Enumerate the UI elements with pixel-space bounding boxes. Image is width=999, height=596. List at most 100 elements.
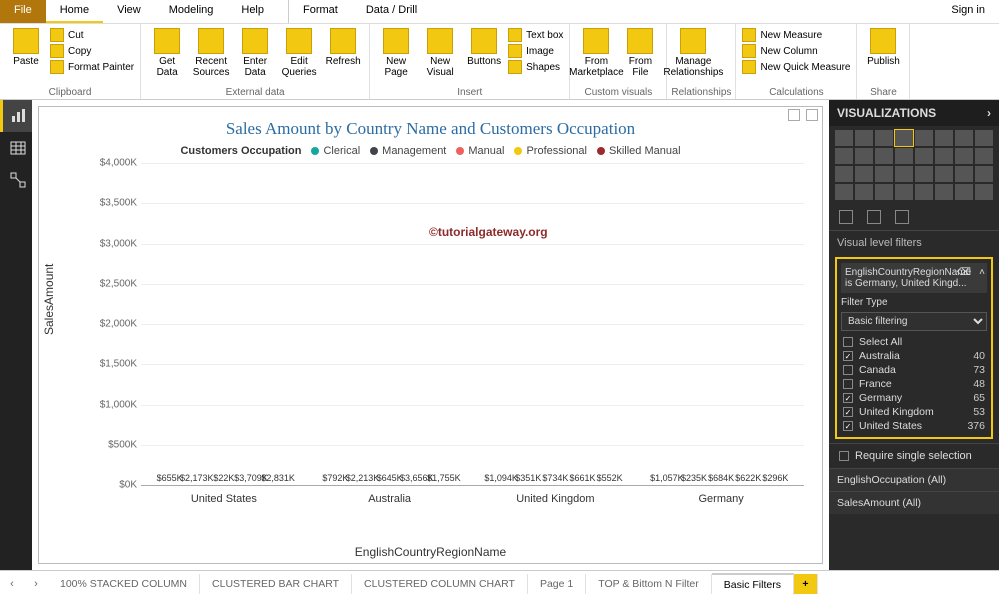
menu-format[interactable]: Format: [288, 0, 352, 23]
clear-filter-icon[interactable]: ⌫: [957, 267, 971, 278]
filter-occupation[interactable]: EnglishOccupation (All): [829, 468, 999, 491]
filter-item[interactable]: Australia40: [841, 349, 987, 363]
enter-data-button[interactable]: Enter Data: [233, 26, 277, 80]
checkbox-icon[interactable]: [843, 379, 853, 389]
copy-button[interactable]: Copy: [50, 44, 134, 58]
model-view-button[interactable]: [0, 164, 32, 196]
require-single-selection[interactable]: Require single selection: [829, 443, 999, 468]
analytics-tab-icon[interactable]: [895, 210, 909, 224]
viz-type-button[interactable]: [975, 166, 993, 182]
filter-item[interactable]: Canada73: [841, 363, 987, 377]
viz-type-button[interactable]: [875, 184, 893, 200]
viz-type-button[interactable]: [915, 184, 933, 200]
menu-data-drill[interactable]: Data / Drill: [352, 0, 431, 23]
page-tab[interactable]: Basic Filters: [712, 573, 794, 595]
viz-type-button[interactable]: [915, 130, 933, 146]
page-tab[interactable]: CLUSTERED COLUMN CHART: [352, 574, 528, 594]
filter-salesamount[interactable]: SalesAmount (All): [829, 491, 999, 514]
viz-type-button[interactable]: [855, 184, 873, 200]
collapse-icon[interactable]: ˄: [979, 267, 985, 278]
cut-button[interactable]: Cut: [50, 28, 134, 42]
focus-mode-icon[interactable]: [788, 109, 800, 121]
filter-item[interactable]: United States376: [841, 419, 987, 433]
format-painter-button[interactable]: Format Painter: [50, 60, 134, 74]
textbox-button[interactable]: Text box: [508, 28, 563, 42]
filter-item[interactable]: Germany65: [841, 391, 987, 405]
viz-type-button[interactable]: [875, 166, 893, 182]
report-view-button[interactable]: [0, 100, 32, 132]
new-visual-button[interactable]: New Visual: [418, 26, 462, 80]
legend-item[interactable]: Skilled Manual: [597, 145, 681, 157]
buttons-button[interactable]: Buttons: [462, 26, 506, 69]
checkbox-icon[interactable]: [843, 351, 853, 361]
viz-type-button[interactable]: [975, 130, 993, 146]
legend-item[interactable]: Management: [370, 145, 446, 157]
viz-type-button[interactable]: [895, 184, 913, 200]
viz-type-button[interactable]: [895, 148, 913, 164]
viz-type-button[interactable]: [955, 166, 973, 182]
page-tab[interactable]: CLUSTERED BAR CHART: [200, 574, 352, 594]
menu-view[interactable]: View: [103, 0, 155, 23]
viz-type-button[interactable]: [835, 166, 853, 182]
signin-link[interactable]: Sign in: [937, 0, 999, 23]
legend-item[interactable]: Professional: [514, 145, 587, 157]
viz-pane-header[interactable]: VISUALIZATIONS ›: [829, 100, 999, 126]
viz-type-button[interactable]: [915, 148, 933, 164]
new-measure-button[interactable]: New Measure: [742, 28, 850, 42]
viz-type-button[interactable]: [975, 184, 993, 200]
from-file-button[interactable]: From File: [618, 26, 662, 80]
from-marketplace-button[interactable]: From Marketplace: [574, 26, 618, 80]
viz-type-button[interactable]: [895, 130, 913, 146]
new-column-button[interactable]: New Column: [742, 44, 850, 58]
menu-modeling[interactable]: Modeling: [155, 0, 228, 23]
viz-type-button[interactable]: [855, 130, 873, 146]
viz-type-button[interactable]: [955, 148, 973, 164]
viz-type-button[interactable]: [955, 184, 973, 200]
viz-type-button[interactable]: [855, 166, 873, 182]
filter-type-select[interactable]: Basic filtering: [841, 312, 987, 331]
fields-tab-icon[interactable]: [839, 210, 853, 224]
page-tab[interactable]: 100% STACKED COLUMN: [48, 574, 200, 594]
new-page-button[interactable]: New Page: [374, 26, 418, 80]
checkbox-icon[interactable]: [843, 421, 853, 431]
recent-sources-button[interactable]: Recent Sources: [189, 26, 233, 80]
viz-type-button[interactable]: [875, 130, 893, 146]
menu-help[interactable]: Help: [227, 0, 278, 23]
page-tab[interactable]: Page 1: [528, 574, 586, 594]
checkbox-icon[interactable]: [843, 365, 853, 375]
refresh-button[interactable]: Refresh: [321, 26, 365, 69]
image-button[interactable]: Image: [508, 44, 563, 58]
new-quick-measure-button[interactable]: New Quick Measure: [742, 60, 850, 74]
viz-type-button[interactable]: [935, 130, 953, 146]
viz-type-button[interactable]: [915, 166, 933, 182]
get-data-button[interactable]: Get Data: [145, 26, 189, 80]
paste-button[interactable]: Paste: [4, 26, 48, 69]
viz-type-button[interactable]: [855, 148, 873, 164]
viz-type-button[interactable]: [935, 166, 953, 182]
checkbox-icon[interactable]: [843, 407, 853, 417]
filter-item[interactable]: Select All: [841, 335, 987, 349]
manage-relationships-button[interactable]: Manage Relationships: [671, 26, 715, 80]
legend-item[interactable]: Clerical: [311, 145, 360, 157]
viz-type-button[interactable]: [935, 148, 953, 164]
filter-item[interactable]: United Kingdom53: [841, 405, 987, 419]
viz-type-button[interactable]: [875, 148, 893, 164]
viz-type-button[interactable]: [975, 148, 993, 164]
viz-type-button[interactable]: [835, 130, 853, 146]
chart-visual[interactable]: Sales Amount by Country Name and Custome…: [38, 106, 823, 564]
page-tab[interactable]: TOP & Bittom N Filter: [586, 574, 712, 594]
data-view-button[interactable]: [0, 132, 32, 164]
menu-file[interactable]: File: [0, 0, 46, 23]
menu-home[interactable]: Home: [46, 0, 103, 23]
shapes-button[interactable]: Shapes: [508, 60, 563, 74]
viz-type-button[interactable]: [835, 184, 853, 200]
add-page-button[interactable]: +: [794, 574, 818, 594]
edit-queries-button[interactable]: Edit Queries: [277, 26, 321, 80]
checkbox-icon[interactable]: [843, 393, 853, 403]
format-tab-icon[interactable]: [867, 210, 881, 224]
viz-type-button[interactable]: [835, 148, 853, 164]
more-options-icon[interactable]: [806, 109, 818, 121]
filter-field-header[interactable]: EnglishCountryRegionName is Germany, Uni…: [841, 263, 987, 293]
checkbox-icon[interactable]: [843, 337, 853, 347]
tabs-next[interactable]: ›: [24, 578, 48, 590]
